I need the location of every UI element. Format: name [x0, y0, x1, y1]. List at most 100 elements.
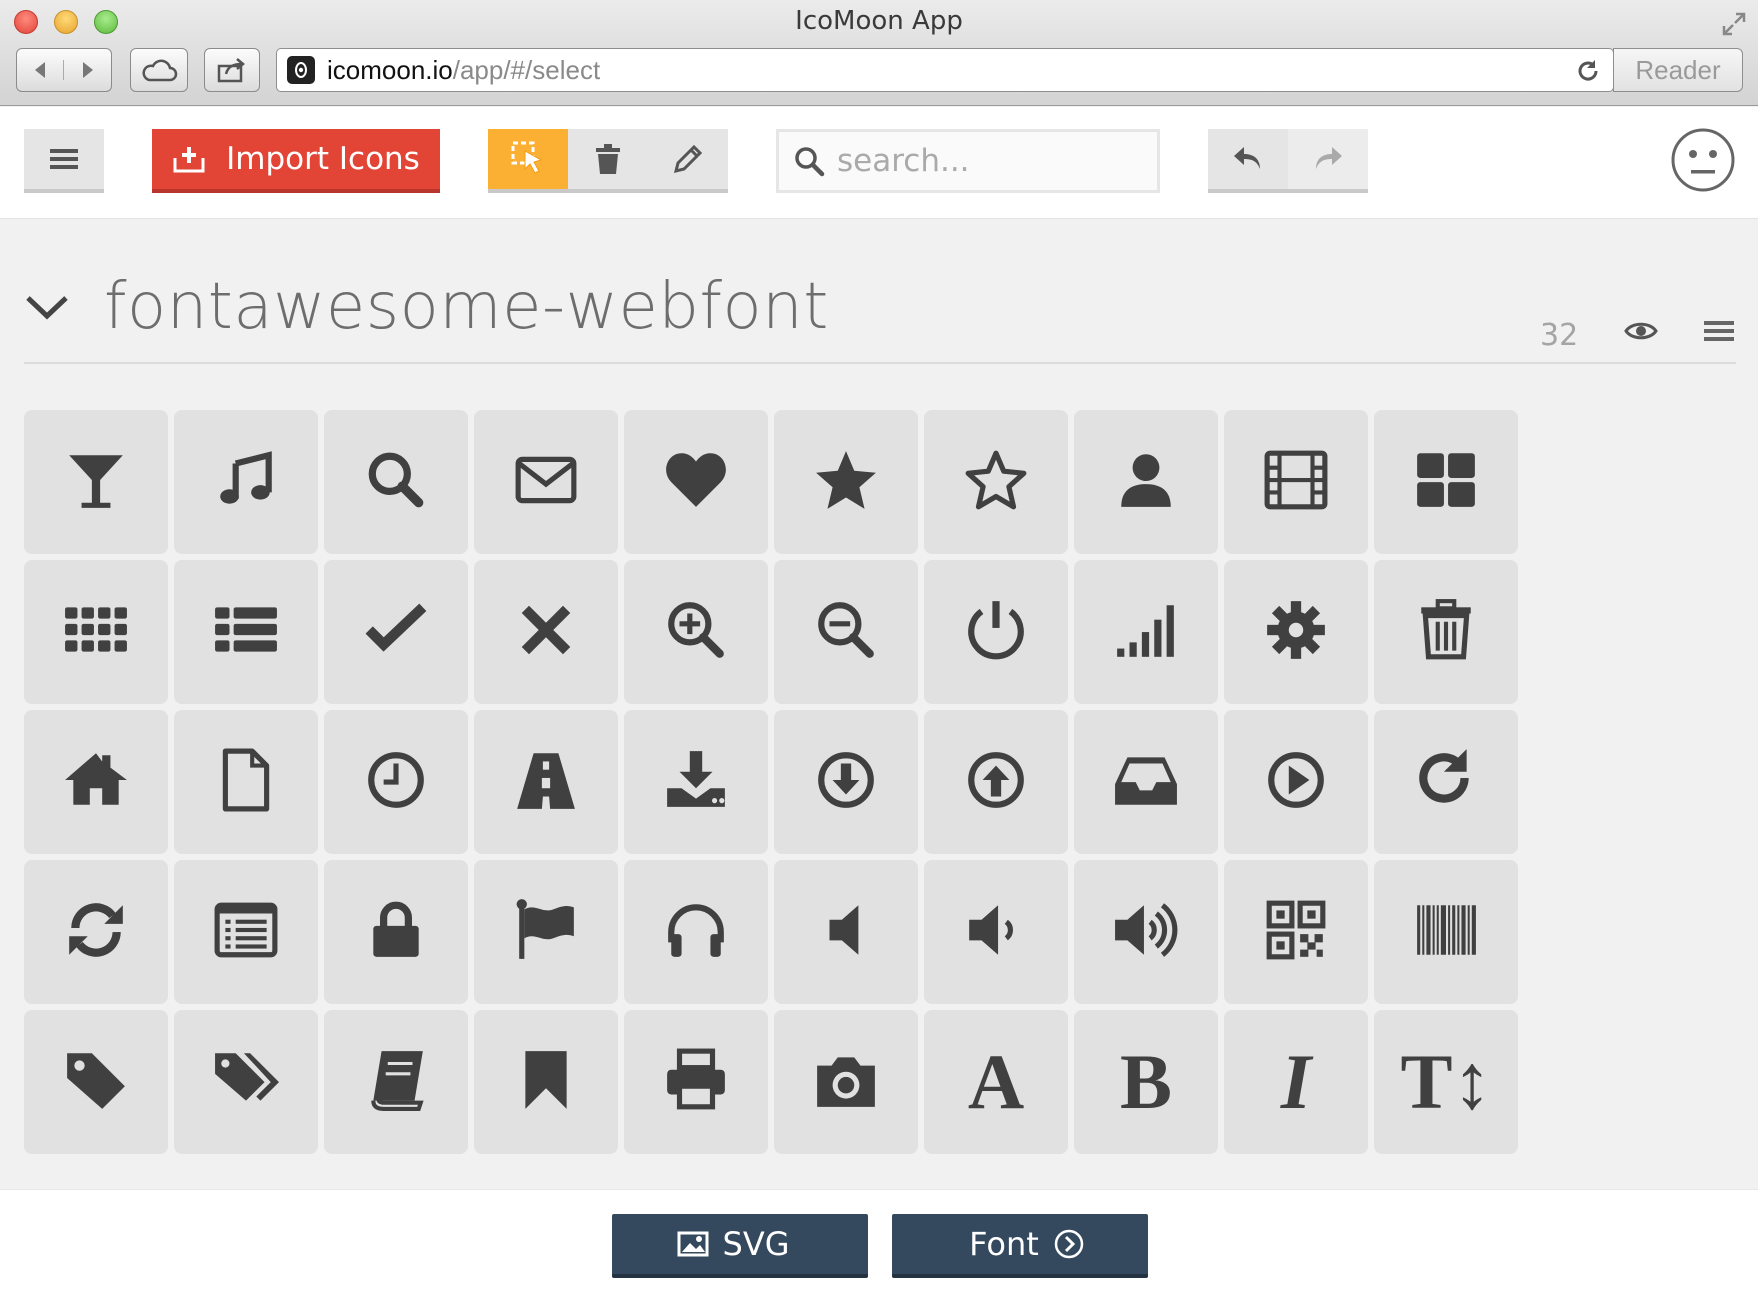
- glass-icon: [63, 447, 129, 517]
- forward-icon[interactable]: [64, 60, 110, 80]
- trash-icon: [596, 144, 620, 174]
- star-icon: [813, 447, 879, 517]
- book-icon: [363, 1047, 429, 1117]
- select-tool-button[interactable]: [488, 129, 568, 189]
- icon-tile[interactable]: [474, 410, 618, 554]
- font-download-button[interactable]: Font: [892, 1214, 1148, 1278]
- main-menu-button[interactable]: [24, 129, 104, 193]
- icon-tile[interactable]: [1224, 710, 1368, 854]
- search-input[interactable]: [837, 143, 1137, 179]
- eye-icon[interactable]: [1624, 320, 1658, 346]
- search-icon: [795, 147, 825, 177]
- import-label: Import Icons: [226, 141, 420, 177]
- ok-icon: [363, 597, 429, 667]
- icon-tile[interactable]: [624, 710, 768, 854]
- app-toolbar: Import Icons: [0, 107, 1758, 219]
- icon-tile[interactable]: [1374, 560, 1518, 704]
- icon-tile[interactable]: [924, 710, 1068, 854]
- icon-tile[interactable]: T↕: [1374, 1010, 1518, 1154]
- italic-icon: I: [1280, 1038, 1312, 1125]
- icon-tile[interactable]: [474, 560, 618, 704]
- icon-tile[interactable]: [474, 1010, 618, 1154]
- icon-tile[interactable]: [624, 410, 768, 554]
- share-button[interactable]: [204, 48, 260, 92]
- icon-tile[interactable]: [1224, 860, 1368, 1004]
- icon-tile[interactable]: [1374, 710, 1518, 854]
- icon-tile[interactable]: [1224, 560, 1368, 704]
- icon-tile[interactable]: [24, 860, 168, 1004]
- flag-icon: [513, 897, 579, 967]
- music-icon: [213, 447, 279, 517]
- icon-tile[interactable]: [474, 860, 618, 1004]
- user-avatar-icon[interactable]: [1670, 127, 1736, 193]
- icon-tile[interactable]: [174, 560, 318, 704]
- icon-tile[interactable]: [24, 710, 168, 854]
- icon-tile[interactable]: [324, 710, 468, 854]
- icon-tile[interactable]: A: [924, 1010, 1068, 1154]
- text-height-icon: T↕: [1400, 1038, 1492, 1125]
- icon-grid: A B I T↕: [24, 410, 1684, 1190]
- off-icon: [963, 597, 1029, 667]
- reader-button[interactable]: Reader: [1613, 48, 1743, 92]
- svg-label: SVG: [722, 1225, 790, 1263]
- envelope-icon: [513, 447, 579, 517]
- reload-icon[interactable]: [1575, 58, 1601, 91]
- icon-tile[interactable]: [774, 560, 918, 704]
- icon-tile[interactable]: [1074, 710, 1218, 854]
- icon-tile[interactable]: [24, 560, 168, 704]
- icon-tile[interactable]: [1374, 410, 1518, 554]
- icon-tile[interactable]: [1074, 410, 1218, 554]
- svg-download-button[interactable]: SVG: [612, 1214, 868, 1278]
- icloud-tabs-button[interactable]: [130, 48, 188, 92]
- icon-tile[interactable]: [1374, 860, 1518, 1004]
- icon-tile[interactable]: [624, 860, 768, 1004]
- url-path: /app/#/select: [452, 54, 601, 85]
- icon-set-title[interactable]: fontawesome-webfont: [104, 270, 829, 344]
- icon-tile[interactable]: [474, 710, 618, 854]
- star-empty-icon: [963, 447, 1029, 517]
- icon-tile[interactable]: B: [1074, 1010, 1218, 1154]
- icon-tile[interactable]: [1074, 860, 1218, 1004]
- icon-tile[interactable]: [774, 710, 918, 854]
- icon-tile[interactable]: I: [1224, 1010, 1368, 1154]
- chevron-right-circle-icon: [1054, 1229, 1084, 1259]
- icon-tile[interactable]: [774, 860, 918, 1004]
- icon-tile[interactable]: [324, 410, 468, 554]
- icon-tile[interactable]: [1074, 560, 1218, 704]
- fullscreen-icon[interactable]: [1720, 10, 1748, 42]
- delete-tool-button[interactable]: [568, 129, 648, 189]
- icon-tile[interactable]: [24, 410, 168, 554]
- back-icon[interactable]: [18, 60, 64, 80]
- icon-tile[interactable]: [624, 560, 768, 704]
- icon-tile[interactable]: [924, 860, 1068, 1004]
- edit-tool-button[interactable]: [648, 129, 728, 189]
- chevron-down-icon[interactable]: [24, 292, 70, 326]
- barcode-icon: [1413, 897, 1479, 967]
- browser-chrome: IcoMoon App icomoon.io/app/#/select Read…: [0, 0, 1758, 106]
- address-bar[interactable]: icomoon.io/app/#/select: [276, 48, 1614, 92]
- font-icon: A: [967, 1038, 1025, 1125]
- icon-tile[interactable]: [174, 710, 318, 854]
- icon-tile[interactable]: [24, 1010, 168, 1154]
- print-icon: [663, 1047, 729, 1117]
- icon-tile[interactable]: [174, 1010, 318, 1154]
- import-icons-button[interactable]: Import Icons: [152, 129, 440, 193]
- undo-icon: [1234, 147, 1260, 169]
- set-menu-icon[interactable]: [1704, 320, 1734, 346]
- icon-tile[interactable]: [324, 860, 468, 1004]
- icon-tile[interactable]: [174, 410, 318, 554]
- icon-tile[interactable]: [774, 1010, 918, 1154]
- icon-tile[interactable]: [774, 410, 918, 554]
- icon-tile[interactable]: [924, 410, 1068, 554]
- bookmark-icon: [513, 1047, 579, 1117]
- headphones-icon: [663, 897, 729, 967]
- redo-button[interactable]: [1288, 129, 1368, 189]
- icon-tile[interactable]: [1224, 410, 1368, 554]
- icon-count: 32: [1540, 318, 1579, 353]
- icon-tile[interactable]: [324, 560, 468, 704]
- icon-tile[interactable]: [174, 860, 318, 1004]
- icon-tile[interactable]: [324, 1010, 468, 1154]
- undo-button[interactable]: [1208, 129, 1288, 189]
- icon-tile[interactable]: [924, 560, 1068, 704]
- icon-tile[interactable]: [624, 1010, 768, 1154]
